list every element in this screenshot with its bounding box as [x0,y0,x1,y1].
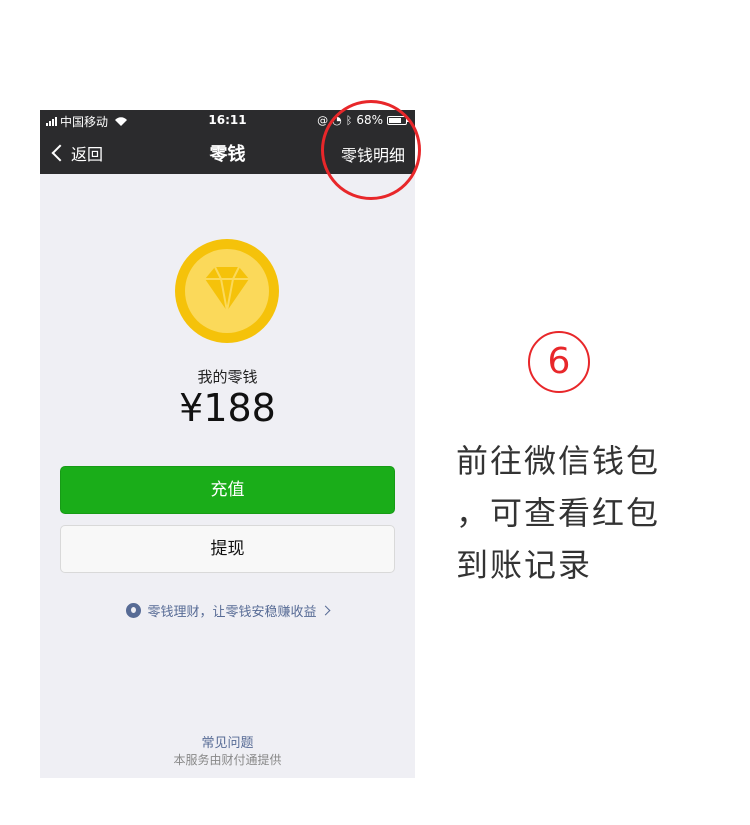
caption-line: 到账记录 [456,546,593,584]
balance-label: 我的零钱 [197,368,258,386]
provider-note: 本服务由财付通提供 [173,753,282,767]
caption-line: 前往微信钱包 [456,442,661,480]
highlight-circle [321,100,421,200]
licai-link[interactable]: 零钱理财，让零钱安稳赚收益 [40,601,415,620]
faq-link[interactable]: 常见问题 [40,732,415,751]
licai-text: 零钱理财，让零钱安稳赚收益 [147,605,317,620]
caption-line: ，可查看红包 [456,494,661,532]
licaitong-icon [126,603,142,618]
diamond-coin-icon [175,239,279,343]
step-number-badge: 6 [528,331,590,393]
phone-screenshot: 中国移动 16:11 @ ◔ ᛒ 68% 返回 零钱 零钱明细 我的零钱 ¥18… [40,110,415,778]
withdraw-button[interactable]: 提现 [60,525,395,573]
balance-amount: ¥188 [179,386,276,430]
recharge-button[interactable]: 充值 [60,466,395,514]
caption-text: 前往微信钱包 ，可查看红包 到账记录 [456,435,696,591]
chevron-right-icon [320,605,330,616]
